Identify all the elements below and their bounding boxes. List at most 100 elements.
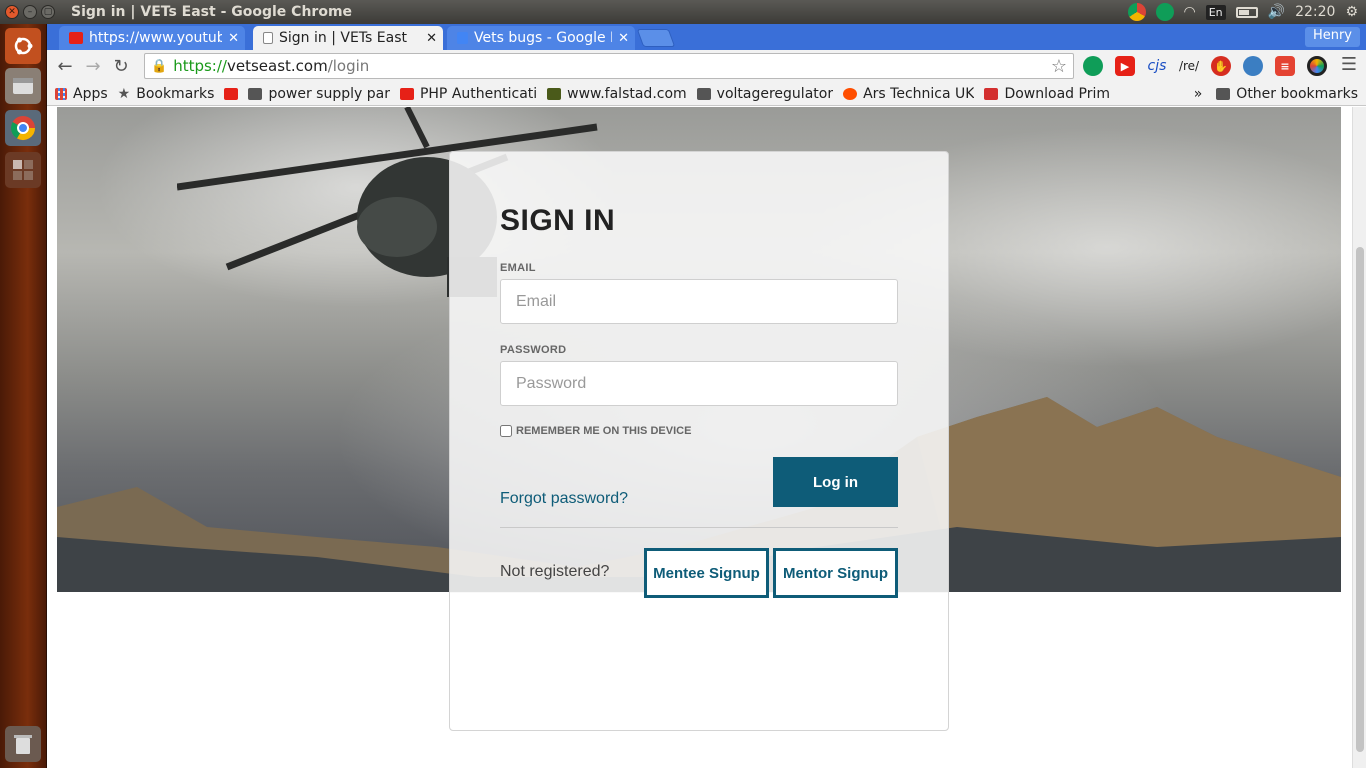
profile-button[interactable]: Henry	[1304, 27, 1360, 47]
tab-label: Vets bugs - Google Docs	[474, 30, 612, 46]
star-icon: ★	[117, 85, 131, 102]
adblock-icon[interactable]: ✋	[1211, 56, 1231, 76]
close-tab-icon[interactable]: ✕	[426, 31, 437, 46]
chrome-menu-icon[interactable]: ☰	[1335, 54, 1363, 75]
workspace-switcher-icon[interactable]	[5, 152, 41, 188]
address-bar[interactable]: 🔒 https:// vetseast.com /login ☆	[144, 53, 1074, 79]
battery-icon[interactable]	[1235, 6, 1258, 18]
bookmarks-bar: Apps ★ Bookmarks power supply par PHP Au…	[47, 82, 1366, 106]
chrome-launcher-icon[interactable]	[5, 110, 41, 146]
youtube-icon	[399, 87, 414, 100]
page-scrollbar[interactable]	[1352, 107, 1366, 768]
tab-youtube[interactable]: https://www.youtube.com ✕	[59, 26, 245, 50]
panel-bottom	[450, 593, 948, 730]
url-host: vetseast.com	[226, 57, 328, 75]
mentee-signup-button[interactable]: Mentee Signup	[644, 548, 769, 598]
bookmark-label: Download Primer	[1004, 85, 1110, 102]
divider	[500, 527, 898, 528]
page-title: SIGN IN	[500, 204, 616, 237]
bookmark-ars-technica[interactable]: Ars Technica UK	[843, 86, 974, 102]
forward-icon[interactable]: →	[79, 56, 107, 77]
maximize-window-button[interactable]: ▢	[41, 5, 55, 19]
url-scheme: https://	[173, 57, 227, 75]
cjs-icon[interactable]: cjs	[1147, 56, 1167, 76]
folder-icon	[1216, 87, 1231, 100]
close-window-button[interactable]: ✕	[5, 5, 19, 19]
hangouts-tray-icon[interactable]	[1155, 3, 1174, 21]
remember-me-row[interactable]: REMEMBER ME ON THIS DEVICE	[500, 425, 691, 437]
docs-icon	[457, 32, 468, 44]
lock-icon[interactable]: 🔒	[151, 59, 167, 74]
clock[interactable]: 22:20	[1295, 4, 1335, 20]
youtube-icon	[224, 87, 239, 100]
bookmark-power-supply[interactable]: power supply par	[248, 86, 390, 102]
bookmark-bookmarks[interactable]: ★ Bookmarks	[118, 86, 215, 102]
email-field[interactable]	[500, 279, 898, 324]
chrome-tray-icon[interactable]	[1127, 3, 1146, 21]
settings-gear-icon[interactable]: ⚙	[1345, 4, 1358, 20]
bookmark-label: power supply par	[268, 85, 390, 102]
bookmark-apps[interactable]: Apps	[55, 86, 108, 102]
close-tab-icon[interactable]: ✕	[228, 31, 239, 46]
regex-icon[interactable]: /re/	[1179, 56, 1199, 76]
browser-toolbar: ← → ↻ 🔒 https:// vetseast.com /login ☆ ▶…	[47, 50, 1366, 82]
tab-label: https://www.youtube.com	[89, 30, 223, 46]
hangouts-icon[interactable]	[1083, 56, 1103, 76]
unity-launcher	[0, 24, 47, 768]
bookmark-star-icon[interactable]: ☆	[1051, 56, 1067, 77]
bookmark-php-auth[interactable]: PHP Authenticati	[399, 85, 538, 102]
bookmark-label: voltageregulator	[716, 85, 834, 102]
bookmark-voltageregulator[interactable]: voltageregulator	[696, 85, 834, 102]
bookmarks-overflow-button[interactable]: »	[1194, 86, 1203, 102]
sign-in-panel: SIGN IN EMAIL PASSWORD REMEMBER ME ON TH…	[449, 151, 949, 731]
file-manager-icon[interactable]	[5, 68, 41, 104]
bookmark-label: PHP Authenticati	[419, 85, 538, 102]
youtube-ext-icon[interactable]: ▶	[1115, 56, 1135, 76]
volume-icon[interactable]: 🔊	[1268, 4, 1285, 20]
mentor-signup-button[interactable]: Mentor Signup	[773, 548, 898, 598]
ubuntu-dash-icon[interactable]	[5, 28, 41, 64]
bookmark-youtube[interactable]	[224, 87, 244, 100]
chat-icon[interactable]	[1243, 56, 1263, 76]
back-icon[interactable]: ←	[51, 56, 79, 77]
todoist-icon[interactable]: ≡	[1275, 56, 1295, 76]
email-label: EMAIL	[500, 262, 536, 274]
folder-icon	[696, 87, 711, 100]
primer-icon	[984, 87, 999, 100]
reload-icon[interactable]: ↻	[107, 56, 135, 77]
tab-vets-bugs[interactable]: Vets bugs - Google Docs ✕	[447, 26, 635, 50]
remember-me-checkbox[interactable]	[500, 425, 512, 437]
bookmark-label: Apps	[73, 85, 108, 102]
password-field[interactable]	[500, 361, 898, 406]
bookmark-download-primer[interactable]: Download Primer	[984, 86, 1110, 102]
not-registered-text: Not registered?	[500, 563, 610, 580]
folder-icon	[248, 87, 263, 100]
other-bookmarks[interactable]: Other bookmarks	[1216, 86, 1358, 102]
wifi-icon[interactable]: ◠	[1184, 4, 1196, 20]
scrollbar-thumb[interactable]	[1356, 247, 1364, 752]
password-label: PASSWORD	[500, 344, 567, 356]
window-title: Sign in | VETs East - Google Chrome	[71, 4, 353, 20]
minimize-window-button[interactable]: –	[23, 5, 37, 19]
page-viewport: SIGN IN EMAIL PASSWORD REMEMBER ME ON TH…	[47, 107, 1366, 768]
bookmark-falstad[interactable]: www.falstad.com	[547, 86, 687, 102]
window-controls: ✕ – ▢	[5, 5, 55, 19]
new-tab-button[interactable]	[636, 29, 676, 47]
youtube-icon	[69, 32, 83, 44]
bookmark-label: Bookmarks	[136, 85, 215, 102]
bookmark-label: Ars Technica UK	[863, 85, 975, 102]
bookmark-label: Other bookmarks	[1236, 85, 1358, 102]
color-icon[interactable]	[1307, 56, 1327, 76]
tab-sign-in[interactable]: Sign in | VETs East ✕	[253, 26, 443, 50]
page-icon	[263, 32, 273, 44]
bookmark-label: www.falstad.com	[567, 85, 687, 102]
remember-me-label: REMEMBER ME ON THIS DEVICE	[516, 425, 692, 437]
url-path: /login	[327, 57, 370, 75]
log-in-button[interactable]: Log in	[773, 457, 898, 507]
forgot-password-link[interactable]: Forgot password?	[500, 490, 628, 508]
keyboard-layout-indicator[interactable]: En	[1205, 4, 1226, 20]
system-tray: ◠ En 🔊 22:20 ⚙	[1127, 3, 1358, 21]
trash-icon[interactable]	[5, 726, 41, 762]
tab-label: Sign in | VETs East	[279, 30, 407, 46]
close-tab-icon[interactable]: ✕	[618, 31, 629, 46]
